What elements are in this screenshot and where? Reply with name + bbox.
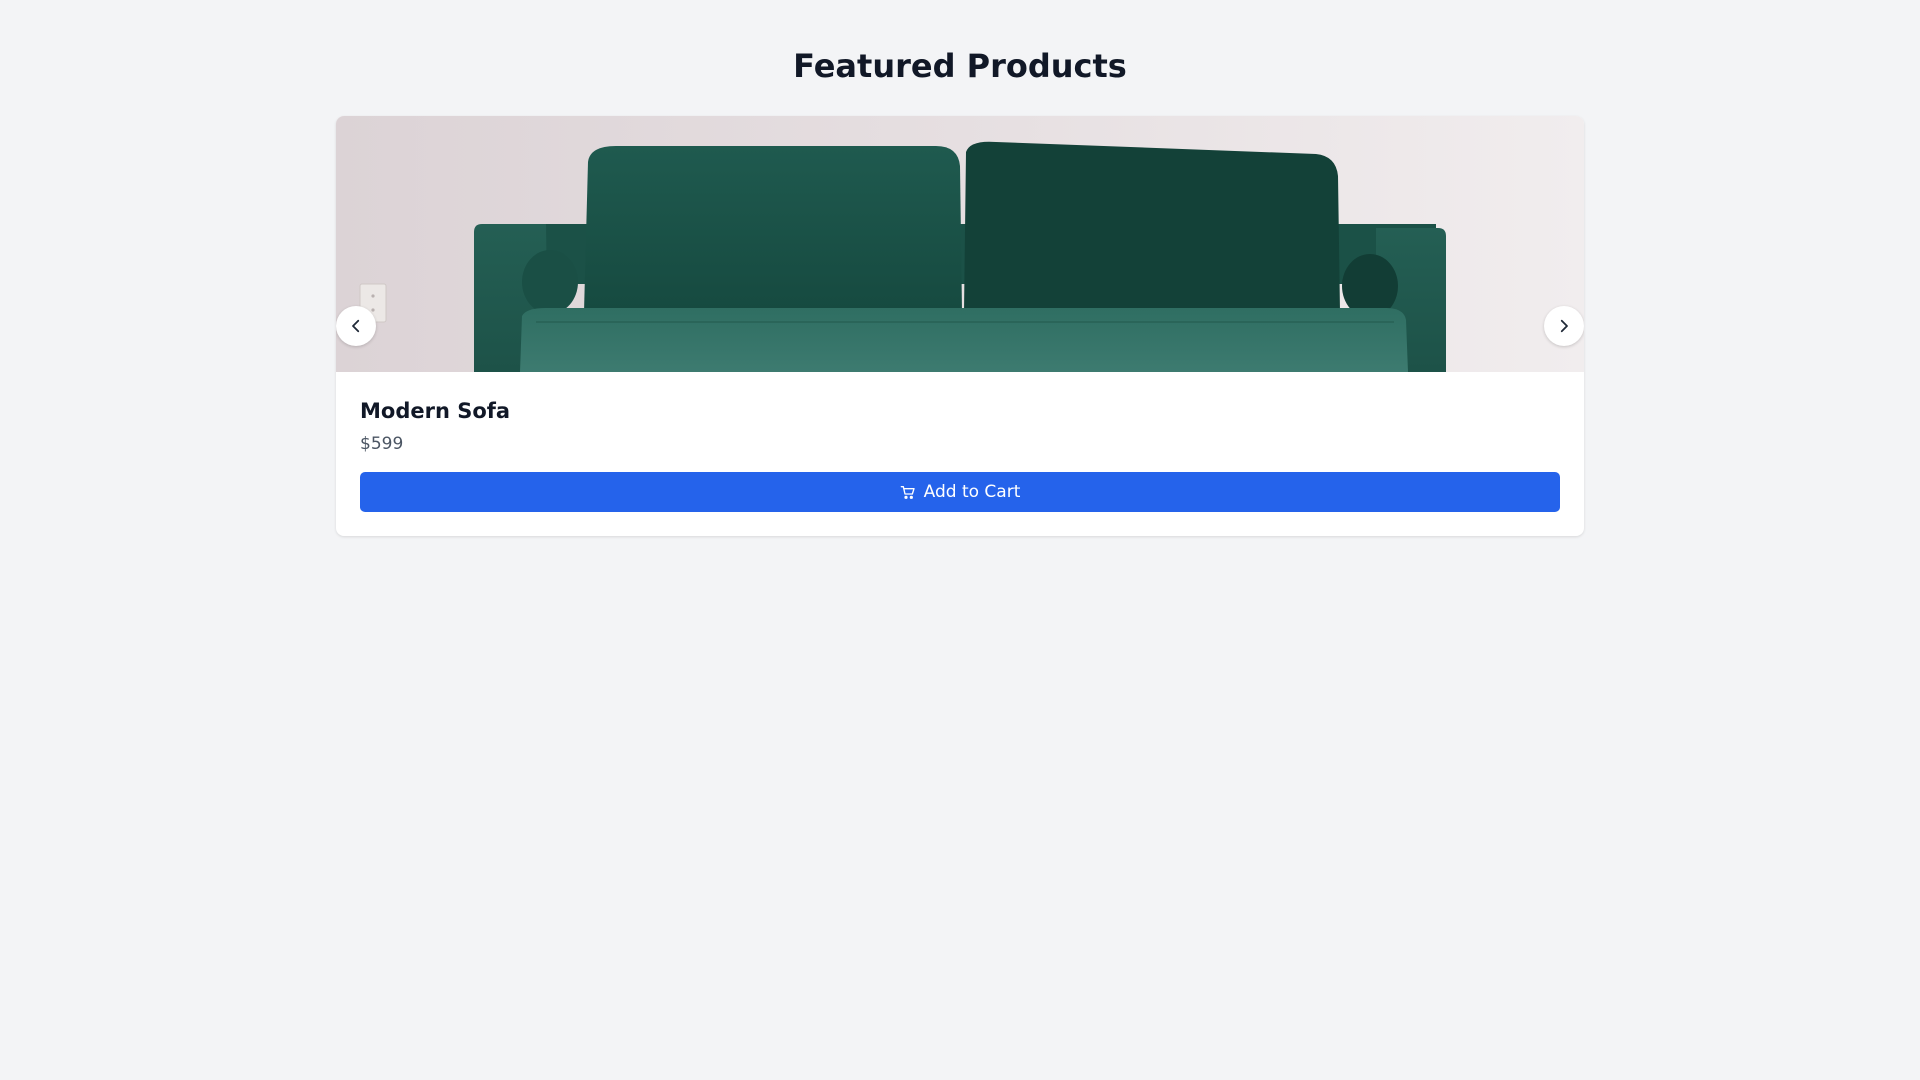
shopping-cart-icon [900,486,915,499]
chevron-right-icon [1560,319,1568,333]
add-to-cart-label: Add to Cart [923,482,1021,502]
carousel-prev-button[interactable] [336,306,376,346]
product-carousel [336,116,1584,372]
carousel-next-button[interactable] [1544,306,1584,346]
chevron-left-icon [352,319,360,333]
product-name: Modern Sofa [360,399,511,423]
page-title: Featured Products [793,47,1127,85]
product-image [336,116,1584,372]
add-to-cart-button[interactable]: Add to Cart [360,472,1560,512]
product-card: Modern Sofa $599 Add to Cart [336,116,1584,536]
product-price: $599 [360,434,404,454]
